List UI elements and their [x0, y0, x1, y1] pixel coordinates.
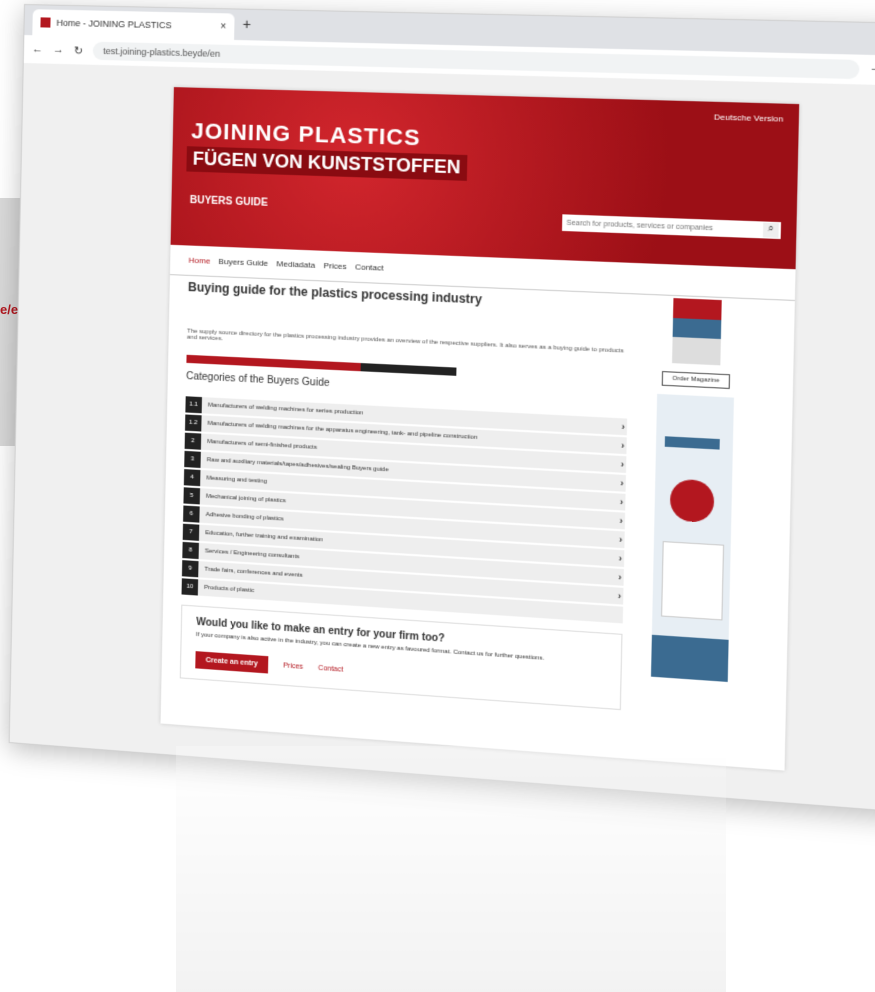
category-label: Measuring and testing	[206, 475, 267, 485]
category-label: Products of plastic	[204, 584, 255, 595]
browser-window: Home - JOINING PLASTICS × + ← → ↻ test.j…	[8, 4, 875, 814]
category-label: Services / Engineering consultants	[204, 548, 300, 561]
search-placeholder: Search for products, services or compani…	[566, 219, 714, 232]
main-column: Buying guide for the plastics processing…	[179, 278, 630, 711]
category-number: 1.1	[185, 396, 202, 414]
minimize-icon[interactable]: −	[871, 63, 875, 76]
category-number: 1.2	[184, 414, 202, 432]
category-number: 8	[182, 541, 199, 560]
chevron-right-icon: ›	[620, 477, 624, 489]
viewport: Deutsche Version JOINING PLASTICS FÜGEN …	[9, 63, 875, 812]
category-label: Trade fairs, conferences and events	[204, 566, 303, 579]
chevron-right-icon: ›	[620, 459, 625, 470]
entry-callout: Would you like to make an entry for your…	[179, 604, 623, 711]
category-label: Manufacturers of semi-finished products	[207, 438, 318, 451]
category-label: Mechanical joining of plastics	[205, 493, 286, 505]
category-label: Education, further training and examinat…	[205, 530, 324, 544]
category-number: 7	[182, 523, 200, 541]
nav-prices[interactable]: Prices	[323, 261, 346, 271]
tab-close-icon[interactable]: ×	[220, 21, 226, 32]
language-switch[interactable]: Deutsche Version	[714, 112, 784, 123]
chevron-right-icon: ›	[621, 421, 625, 433]
ad-footer	[650, 634, 729, 682]
back-icon[interactable]: ←	[32, 43, 43, 55]
forward-icon[interactable]: →	[53, 44, 64, 56]
website: Deutsche Version JOINING PLASTICS FÜGEN …	[160, 87, 800, 771]
nav-contact[interactable]: Contact	[355, 262, 384, 272]
create-entry-button[interactable]: Create an entry	[195, 651, 269, 674]
page-reflection	[150, 746, 750, 992]
prices-link[interactable]: Prices	[283, 662, 303, 671]
category-number: 5	[183, 487, 201, 505]
reload-icon[interactable]: ↻	[74, 44, 83, 57]
search-icon[interactable]: ⌕	[762, 222, 779, 238]
category-number: 10	[181, 578, 199, 596]
category-number: 3	[184, 450, 201, 468]
sidebar: Order Magazine	[650, 297, 736, 682]
chevron-right-icon: ›	[618, 571, 622, 583]
category-number: 6	[183, 505, 200, 523]
intro-text: The supply source directory for the plas…	[186, 328, 624, 355]
browser-tab[interactable]: Home - JOINING PLASTICS ×	[32, 9, 235, 40]
ad-circle-graphic	[669, 478, 715, 524]
chevron-right-icon: ›	[618, 553, 623, 564]
hero-banner: Deutsche Version JOINING PLASTICS FÜGEN …	[170, 87, 800, 270]
category-label: Adhesive bonding of plastics	[205, 511, 284, 523]
site-subtitle: FÜGEN VON KUNSTSTOFFEN	[186, 146, 468, 181]
order-magazine-button[interactable]: Order Magazine	[661, 371, 731, 389]
advertisement-banner[interactable]	[650, 393, 734, 682]
browser-scene: Home - JOINING PLASTICS × + ← → ↻ test.j…	[8, 4, 875, 814]
category-number: 4	[183, 469, 201, 487]
chevron-right-icon: ›	[619, 496, 624, 508]
nav-mediadata[interactable]: Mediadata	[276, 259, 315, 270]
reflection-shape	[176, 746, 726, 992]
ad-cover-image	[661, 541, 725, 621]
chevron-right-icon: ›	[619, 534, 623, 545]
favicon-icon	[40, 17, 51, 28]
tab-title: Home - JOINING PLASTICS	[56, 17, 172, 31]
contact-link[interactable]: Contact	[318, 665, 343, 674]
category-label: Manufacturers of welding machines for se…	[207, 402, 364, 417]
category-number: 9	[181, 560, 199, 578]
new-tab-icon[interactable]: +	[242, 16, 251, 32]
buyers-guide-label: BUYERS GUIDE	[189, 194, 268, 209]
ad-button	[664, 436, 720, 450]
category-number: 2	[184, 432, 202, 450]
magazine-cover-image[interactable]	[672, 298, 722, 366]
chevron-right-icon: ›	[621, 440, 625, 451]
nav-buyers-guide[interactable]: Buyers Guide	[218, 257, 268, 268]
chevron-right-icon: ›	[619, 515, 623, 527]
chevron-right-icon: ›	[617, 590, 622, 602]
nav-home[interactable]: Home	[188, 256, 210, 266]
search-input[interactable]: Search for products, services or compani…	[562, 214, 782, 240]
